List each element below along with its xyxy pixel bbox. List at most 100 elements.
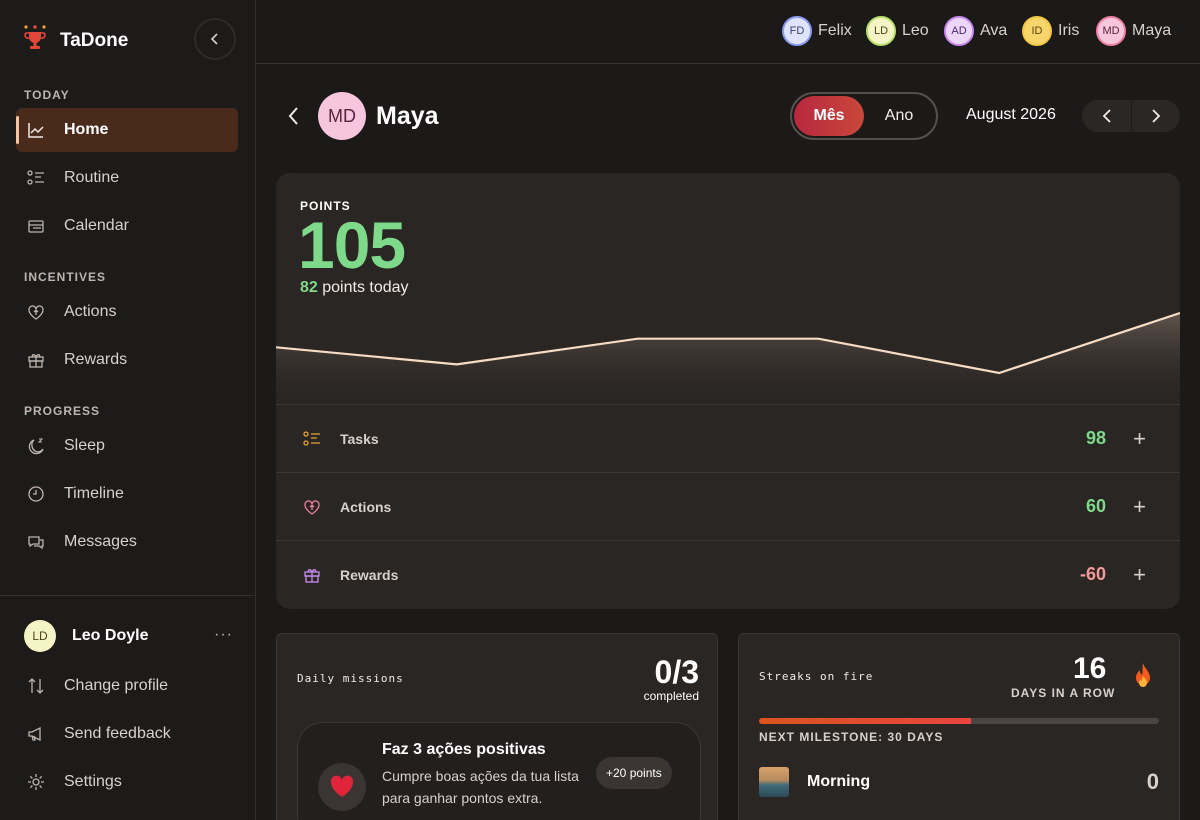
- footer-item-label: Settings: [64, 773, 122, 790]
- avatar: MD: [1096, 16, 1126, 46]
- sidebar-item-calendar[interactable]: Calendar: [16, 204, 238, 248]
- mission-item[interactable]: Faz 3 ações positivas Cumpre boas ações …: [297, 722, 701, 820]
- swap-icon: [26, 676, 46, 696]
- back-button[interactable]: [282, 104, 306, 128]
- sidebar-item-label: Timeline: [64, 485, 124, 502]
- daily-missions-card: Daily missions 0/3 completed Faz 3 ações…: [276, 633, 718, 820]
- points-row-rewards: Rewards -60 +: [276, 540, 1180, 608]
- user-name: Leo Doyle: [72, 627, 149, 644]
- avatar: LD: [866, 16, 896, 46]
- list-icon: [302, 429, 322, 449]
- sidebar-item-routine[interactable]: Routine: [16, 156, 238, 200]
- chevron-left-icon: [1102, 109, 1111, 123]
- sidebar-item-label: Routine: [64, 169, 120, 186]
- row-value: -60: [1079, 564, 1106, 584]
- sidebar-item-home[interactable]: Home: [16, 108, 238, 152]
- member-felix[interactable]: FD Felix: [782, 16, 852, 46]
- mission-title: Faz 3 ações positivas: [382, 741, 546, 758]
- year-toggle-button[interactable]: Ano: [864, 96, 934, 136]
- add-reward-button[interactable]: +: [1133, 562, 1146, 588]
- member-ava[interactable]: AD Ava: [944, 16, 1007, 46]
- member-leo[interactable]: LD Leo: [866, 16, 929, 46]
- sidebar-item-label: Actions: [64, 303, 117, 320]
- gift-icon: [26, 350, 46, 370]
- gift-icon: [302, 565, 322, 585]
- streaks-card: Streaks on fire 16 DAYS IN A ROW NEXT MI…: [738, 633, 1180, 820]
- sidebar-item-timeline[interactable]: Timeline: [16, 472, 238, 516]
- add-action-points-button[interactable]: +: [1133, 494, 1146, 520]
- current-user[interactable]: LD Leo Doyle: [24, 620, 148, 652]
- mission-description: Cumpre boas ações da tua lista para ganh…: [382, 768, 579, 806]
- trophy-logo-icon: [22, 24, 48, 57]
- user-more-button[interactable]: ···: [214, 626, 233, 644]
- routine-streak-row[interactable]: Morning 0: [759, 766, 1159, 798]
- card-title: Daily missions: [297, 672, 404, 685]
- points-total: 105: [298, 208, 406, 282]
- points-row-tasks: Tasks 98 +: [276, 404, 1180, 472]
- routine-streak-value: 0: [1146, 769, 1159, 794]
- list-icon: [26, 168, 46, 188]
- sidebar-item-label: Calendar: [64, 217, 129, 234]
- points-card: POINTS 105 82 points today Tasks 98 + Ac…: [276, 173, 1180, 609]
- profile-header: MD Maya: [318, 92, 439, 140]
- row-label: Tasks: [340, 430, 379, 447]
- sidebar-item-label: Sleep: [64, 437, 105, 454]
- current-period-label: August 2026: [966, 106, 1056, 123]
- next-period-button[interactable]: [1131, 100, 1180, 132]
- sidebar-item-label: Home: [64, 121, 109, 138]
- footer-item-label: Send feedback: [64, 725, 171, 742]
- chevron-right-icon: [1152, 109, 1161, 123]
- member-name: Felix: [818, 22, 852, 39]
- routine-name: Morning: [807, 773, 871, 790]
- sidebar-item-rewards[interactable]: Rewards: [16, 338, 238, 382]
- send-feedback-button[interactable]: Send feedback: [16, 712, 238, 756]
- period-navigator: [1082, 100, 1180, 132]
- chevron-left-icon: [210, 33, 218, 45]
- app-name: TaDone: [60, 29, 129, 51]
- section-label-progress: PROGRESS: [24, 404, 101, 418]
- row-value: 60: [1085, 496, 1106, 516]
- profile-name: Maya: [376, 101, 439, 130]
- streak-count: 16: [1073, 652, 1107, 685]
- points-row-actions: Actions 60 +: [276, 472, 1180, 540]
- sidebar-item-actions[interactable]: Actions: [16, 290, 238, 334]
- month-toggle-button[interactable]: Mês: [794, 96, 864, 136]
- member-maya[interactable]: MD Maya: [1096, 16, 1171, 46]
- brand[interactable]: TaDone: [22, 24, 128, 57]
- sidebar-divider: [0, 595, 255, 596]
- sidebar-item-messages[interactable]: Messages: [16, 520, 238, 564]
- member-iris[interactable]: ID Iris: [1022, 16, 1079, 46]
- avatar: MD: [318, 92, 366, 140]
- sidebar-item-sleep[interactable]: Sleep: [16, 424, 238, 468]
- next-milestone: NEXT MILESTONE: 30 DAYS: [759, 730, 944, 744]
- settings-button[interactable]: Settings: [16, 760, 238, 804]
- avatar: ID: [1022, 16, 1052, 46]
- mission-points-badge: +20 points: [596, 757, 672, 789]
- member-name: Leo: [902, 22, 929, 39]
- sunrise-icon: [759, 767, 789, 797]
- change-profile-button[interactable]: Change profile: [16, 664, 238, 708]
- sidebar-item-label: Rewards: [64, 351, 128, 368]
- clock-icon: [26, 484, 46, 504]
- section-label-incentives: INCENTIVES: [24, 270, 107, 284]
- previous-period-button[interactable]: [1082, 100, 1131, 132]
- collapse-sidebar-button[interactable]: [194, 18, 236, 60]
- member-name: Iris: [1058, 22, 1080, 39]
- sidebar-item-label: Messages: [64, 533, 137, 550]
- topbar: FD Felix LD Leo AD Ava ID Iris MD Maya: [256, 0, 1200, 64]
- streak-sub: DAYS IN A ROW: [1011, 686, 1116, 700]
- missions-sub: completed: [643, 689, 699, 703]
- heart-icon: [26, 302, 46, 322]
- points-today-text: points today: [322, 279, 409, 296]
- megaphone-icon: [26, 724, 46, 744]
- app-root: TaDone TODAY Home Routine Calendar INCEN…: [0, 0, 1200, 820]
- chart-line-icon: [26, 120, 46, 140]
- member-name: Maya: [1132, 22, 1172, 39]
- gear-icon: [26, 772, 46, 792]
- chat-icon: [26, 532, 46, 552]
- avatar: LD: [24, 620, 56, 652]
- add-task-points-button[interactable]: +: [1133, 426, 1146, 452]
- fire-icon: [1136, 663, 1150, 687]
- heart-icon: [318, 763, 366, 811]
- row-label: Rewards: [340, 566, 399, 583]
